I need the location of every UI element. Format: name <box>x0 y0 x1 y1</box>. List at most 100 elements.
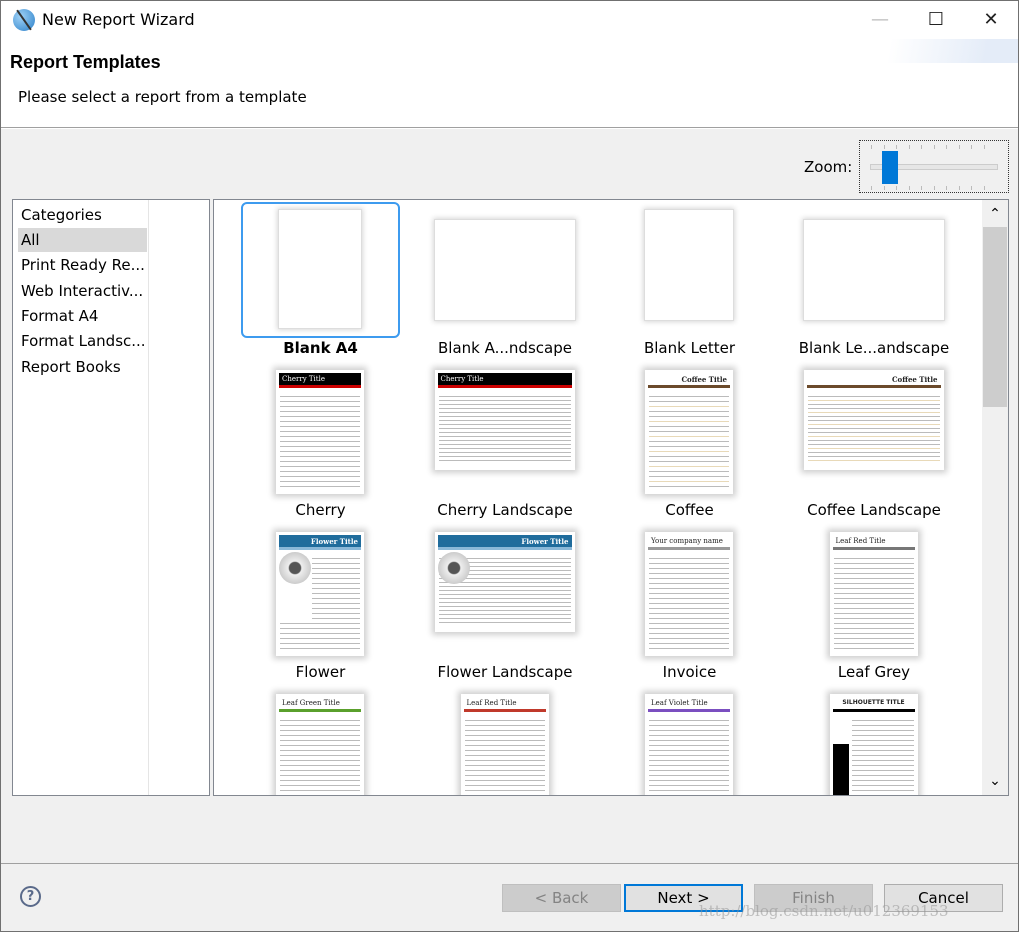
thumbnail-row <box>649 401 729 402</box>
thumbnail-row <box>312 598 360 599</box>
vertical-scrollbar[interactable]: ⌃ ⌄ <box>982 200 1008 795</box>
flower-image <box>279 552 311 584</box>
template-label: Flower <box>295 663 346 681</box>
thumbnail-row <box>464 730 545 731</box>
template-item[interactable]: Coffee Title Coffee Landscape <box>782 362 967 524</box>
help-icon[interactable]: ? <box>20 886 41 907</box>
scroll-up-icon[interactable]: ⌃ <box>982 203 1008 225</box>
slider-tick <box>983 186 985 190</box>
thumbnail-row <box>438 614 571 615</box>
thumbnail-row <box>649 563 729 564</box>
thumbnail-row <box>833 628 914 629</box>
template-item[interactable]: Blank Letter <box>597 200 782 362</box>
thumbnail-row <box>312 613 360 614</box>
thumbnail-row <box>280 441 360 442</box>
template-item[interactable]: Flower Title Flower Landscape <box>413 524 598 686</box>
slider-tick <box>983 145 985 149</box>
template-item[interactable]: Leaf Violet Title <box>597 686 782 795</box>
slider-tick <box>971 145 972 149</box>
thumbnail-row <box>649 623 729 624</box>
maximize-button[interactable]: ☐ <box>921 7 951 33</box>
thumbnail-row <box>649 466 729 467</box>
category-item[interactable]: Web Interactiv... <box>18 279 147 303</box>
thumbnail-row <box>833 588 914 589</box>
thumbnail-row <box>438 460 571 461</box>
thumbnail-row <box>464 765 545 766</box>
thumbnail-row <box>312 558 360 559</box>
thumbnail-row <box>280 643 360 644</box>
minimize-button[interactable]: — <box>865 7 895 33</box>
zoom-thumb[interactable] <box>882 151 898 184</box>
thumbnail-row <box>649 790 729 791</box>
template-item[interactable]: Leaf Red Title <box>413 686 598 796</box>
thumbnail-row <box>833 613 914 614</box>
slider-tick <box>908 186 910 190</box>
thumbnail-row <box>649 785 729 786</box>
template-item[interactable]: Blank A4 <box>228 200 413 362</box>
scroll-thumb[interactable] <box>983 227 1007 407</box>
close-button[interactable]: ✕ <box>976 7 1006 33</box>
thumbnail-row <box>280 471 360 472</box>
divider <box>1 863 1018 864</box>
template-item[interactable]: SILHOUETTE TITLE <box>782 686 967 795</box>
thumbnail-row <box>851 730 914 731</box>
thumbnail-row <box>649 603 729 604</box>
template-thumbnail: SILHOUETTE TITLE <box>829 694 918 795</box>
watermark: http://blog.csdn.net/u012369153 <box>699 902 949 920</box>
thumbnail-row <box>807 396 940 397</box>
thumbnail-row <box>649 558 729 559</box>
slider-tick <box>871 186 872 190</box>
thumbnail-row <box>438 440 571 441</box>
template-item[interactable]: Blank A...ndscape <box>413 200 598 362</box>
template-item[interactable]: Your company name Invoice <box>597 524 782 686</box>
thumbnail-row <box>649 486 729 487</box>
zoom-slider[interactable] <box>859 140 1009 193</box>
thumbnail-row <box>438 602 571 603</box>
thumbnail-row <box>833 598 914 599</box>
thumbnail-row <box>464 785 545 786</box>
back-button[interactable]: < Back <box>502 884 621 912</box>
thumbnail-row <box>833 618 914 619</box>
template-item[interactable]: Cherry Title Cherry <box>228 362 413 524</box>
window-title: New Report Wizard <box>42 10 195 29</box>
category-item[interactable]: Print Ready Re... <box>18 253 147 277</box>
slider-tick <box>921 186 922 190</box>
thumbnail-row <box>465 795 545 796</box>
thumbnail-row <box>438 448 571 449</box>
thumbnail-row <box>649 451 729 452</box>
template-thumbnail: Cherry Title <box>434 370 575 470</box>
thumbnail-row <box>807 424 940 425</box>
thumbnail-row <box>833 563 914 564</box>
thumbnail-row <box>649 416 729 417</box>
category-item[interactable]: Format A4 <box>18 304 147 328</box>
thumbnail-row <box>312 603 360 604</box>
thumbnail-row <box>280 720 360 721</box>
thumbnail-row <box>833 643 914 644</box>
template-item[interactable]: Leaf Red Title Leaf Grey <box>782 524 967 686</box>
wizard-header: Report Templates Please select a report … <box>1 39 1018 128</box>
scroll-down-icon[interactable]: ⌄ <box>982 770 1008 792</box>
thumbnail-row <box>649 628 729 629</box>
thumbnail-row <box>464 735 545 736</box>
thumbnail-row <box>851 740 914 741</box>
template-label: Coffee <box>665 501 714 519</box>
thumbnail-row <box>280 396 360 397</box>
thumbnail-row <box>649 588 729 589</box>
thumbnail-title: Flower Title <box>437 535 572 550</box>
category-item[interactable]: Format Landsc... <box>18 329 147 353</box>
template-item[interactable]: Flower Title Flower <box>228 524 413 686</box>
category-item[interactable]: All <box>18 228 147 252</box>
template-item[interactable]: Blank Le...andscape <box>782 200 967 362</box>
thumbnail-row <box>312 588 360 589</box>
slider-tick <box>896 145 897 149</box>
thumbnail-row <box>438 396 571 397</box>
template-item[interactable]: Cherry Title Cherry Landscape <box>413 362 598 524</box>
thumbnail-row <box>649 608 729 609</box>
category-item[interactable]: Report Books <box>18 355 147 379</box>
template-thumbnail: Cherry Title <box>276 370 364 494</box>
template-item[interactable]: Coffee Title Coffee <box>597 362 782 524</box>
thumbnail-row <box>280 725 360 726</box>
thumbnail-row <box>464 760 545 761</box>
thumbnail-title: Coffee Title <box>648 373 730 388</box>
template-item[interactable]: Leaf Green Title <box>228 686 413 795</box>
